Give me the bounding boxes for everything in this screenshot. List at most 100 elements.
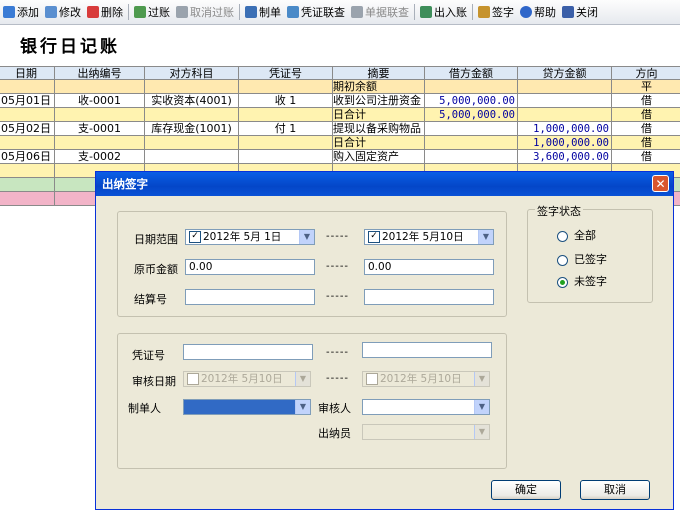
row-account-cell: [145, 80, 239, 94]
cashier-select[interactable]: ▼: [362, 424, 490, 440]
range-separator: -----: [326, 373, 350, 384]
table-row[interactable]: 05月02日 支-0001 库存现金(1001) 付 1 提现以备采购物品 1,000,0…: [0, 122, 680, 136]
col-header-account[interactable]: 对方科目: [145, 66, 239, 80]
status-unsigned-radio[interactable]: 未签字: [557, 273, 607, 289]
chevron-down-icon[interactable]: ▼: [474, 400, 489, 414]
row-voucher-cell: 收 1: [239, 94, 333, 108]
cashier-label: 出纳员: [318, 427, 351, 440]
row-cashier-no-cell: [55, 108, 145, 122]
row-voucher-cell: [239, 150, 333, 164]
row-credit-cell: 1,000,000.00: [518, 136, 612, 150]
row-debit-cell: [425, 122, 518, 136]
cancel-post-button[interactable]: 取消过账: [173, 1, 237, 23]
chevron-down-icon[interactable]: ▼: [474, 372, 489, 386]
amount-to-input[interactable]: 0.00: [364, 259, 494, 275]
auditor-select[interactable]: ▼: [362, 399, 490, 415]
table-row[interactable]: 日合计 5,000,000.00 借: [0, 108, 680, 122]
audit-date-to-checkbox[interactable]: [366, 373, 378, 385]
radio-icon: [557, 254, 568, 266]
document-link-button[interactable]: 单据联查: [348, 1, 412, 23]
row-credit-cell: [518, 108, 612, 122]
chevron-down-icon[interactable]: ▼: [474, 425, 489, 439]
delete-button[interactable]: 删除: [84, 1, 126, 23]
col-header-credit[interactable]: 贷方金额: [518, 66, 612, 80]
toolbar-separator: [239, 4, 240, 20]
row-account-cell: 库存现金(1001): [145, 122, 239, 136]
col-header-cashier-no[interactable]: 出纳编号: [55, 66, 145, 80]
edit-icon: [45, 6, 57, 18]
row-summary-cell: 日合计: [333, 136, 425, 150]
voucher-link-button[interactable]: 凭证联查: [284, 1, 348, 23]
chevron-down-icon[interactable]: ▼: [299, 230, 314, 244]
range-separator: -----: [326, 261, 350, 272]
status-all-radio[interactable]: 全部: [557, 227, 596, 243]
sign-icon: [478, 6, 490, 18]
close-button[interactable]: 关闭: [559, 1, 601, 23]
voucher-to-input[interactable]: [362, 342, 492, 358]
audit-date-from-select[interactable]: 2012年 5月10日 ▼: [183, 371, 311, 387]
audit-date-from-checkbox[interactable]: [187, 373, 199, 385]
table-row[interactable]: 05月01日 收-0001 实收资本(4001) 收 1 收到公司注册资金 5,000,0…: [0, 94, 680, 108]
row-summary-cell: 日合计: [333, 108, 425, 122]
date-to-checkbox[interactable]: ✓: [368, 231, 380, 243]
chevron-down-icon[interactable]: ▼: [478, 230, 493, 244]
delete-icon: [87, 6, 99, 18]
document-link-icon: [351, 6, 363, 18]
row-voucher-cell: [239, 80, 333, 94]
in-out-button[interactable]: 出入账: [417, 1, 470, 23]
row-date-cell: [0, 136, 55, 150]
col-header-voucher[interactable]: 凭证号: [239, 66, 333, 80]
date-from-checkbox[interactable]: ✓: [189, 231, 201, 243]
cancel-button[interactable]: 取消: [580, 480, 650, 500]
dialog-title: 出纳签字: [96, 172, 673, 196]
row-date-cell: [0, 178, 55, 192]
row-summary-cell: 收到公司注册资金: [333, 94, 425, 108]
row-date-cell: 05月01日: [0, 94, 55, 108]
row-credit-cell: 3,600,000.00: [518, 150, 612, 164]
voucher-from-input[interactable]: [183, 344, 313, 360]
add-button[interactable]: 添加: [0, 1, 42, 23]
table-row[interactable]: 期初余额 平: [0, 80, 680, 94]
toolbar-separator: [472, 4, 473, 20]
row-direction-cell: 借: [612, 122, 680, 136]
amount-from-input[interactable]: 0.00: [185, 259, 315, 275]
range-separator: -----: [326, 291, 350, 302]
ok-button[interactable]: 确定: [491, 480, 561, 500]
chevron-down-icon[interactable]: ▼: [295, 400, 310, 414]
chevron-down-icon[interactable]: ▼: [295, 372, 310, 386]
settle-no-from-input[interactable]: [185, 289, 315, 305]
range-separator: -----: [326, 231, 350, 242]
col-header-date[interactable]: 日期: [0, 66, 55, 80]
col-header-debit[interactable]: 借方金额: [425, 66, 518, 80]
status-signed-radio[interactable]: 已签字: [557, 251, 607, 267]
sign-button[interactable]: 签字: [475, 1, 517, 23]
settle-no-to-input[interactable]: [364, 289, 494, 305]
date-to-select[interactable]: ✓ 2012年 5月10日 ▼: [364, 229, 494, 245]
row-cashier-no-cell: 支-0002: [55, 150, 145, 164]
date-from-select[interactable]: ✓ 2012年 5月 1日 ▼: [185, 229, 315, 245]
auditor-label: 审核人: [318, 402, 351, 415]
table-header: 日期 出纳编号 对方科目 凭证号 摘要 借方金额 贷方金额 方向: [0, 66, 680, 80]
row-direction-cell: 借: [612, 150, 680, 164]
row-summary-cell: 期初余额: [333, 80, 425, 94]
make-voucher-button[interactable]: 制单: [242, 1, 284, 23]
dialog-close-button[interactable]: ✕: [652, 175, 669, 192]
row-date-cell: 05月02日: [0, 122, 55, 136]
maker-label: 制单人: [128, 402, 161, 415]
table-row[interactable]: 05月06日 支-0002 购入固定资产 3,600,000.00 借: [0, 150, 680, 164]
edit-button[interactable]: 修改: [42, 1, 84, 23]
help-button[interactable]: 帮助: [517, 1, 559, 23]
post-button[interactable]: 过账: [131, 1, 173, 23]
table-row[interactable]: 日合计 1,000,000.00 借: [0, 136, 680, 150]
audit-date-to-select[interactable]: 2012年 5月10日 ▼: [362, 371, 490, 387]
col-header-direction[interactable]: 方向: [612, 66, 680, 80]
maker-select[interactable]: ▼: [183, 399, 311, 415]
radio-icon: [557, 230, 568, 242]
voucher-link-icon: [287, 6, 299, 18]
audit-date-label: 审核日期: [132, 375, 176, 388]
add-icon: [3, 6, 15, 18]
row-summary-cell: 购入固定资产: [333, 150, 425, 164]
row-cashier-no-cell: 支-0001: [55, 122, 145, 136]
date-range-label: 日期范围: [134, 233, 178, 246]
col-header-summary[interactable]: 摘要: [333, 66, 425, 80]
